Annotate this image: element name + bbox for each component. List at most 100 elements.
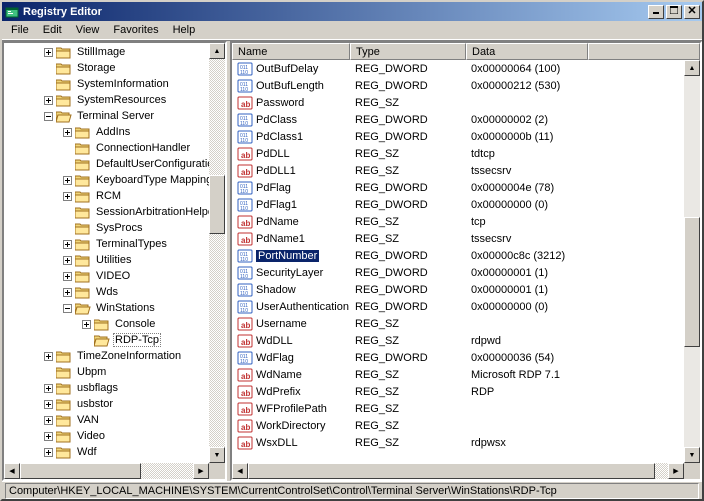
value-row[interactable]: 011110SecurityLayerREG_DWORD0x00000001 (… [232,264,684,281]
tree-hscrollbar[interactable]: ◀ ▶ [4,463,209,479]
value-row[interactable]: abPdDLL1REG_SZtssecsrv [232,162,684,179]
expand-icon[interactable] [63,272,72,281]
tree-item[interactable]: Terminal Server [6,108,209,124]
value-row[interactable]: 011110PortNumberREG_DWORD0x00000c8c (321… [232,247,684,264]
value-row[interactable]: abWorkDirectoryREG_SZ [232,417,684,434]
tree-vscrollbar[interactable]: ▲ ▼ [209,43,225,463]
menu-favorites[interactable]: Favorites [106,22,165,38]
value-row[interactable]: abWdNameREG_SZMicrosoft RDP 7.1 [232,366,684,383]
expand-icon[interactable] [44,48,53,57]
tree-item[interactable]: AddIns [6,124,209,140]
value-row[interactable]: 011110OutBufDelayREG_DWORD0x00000064 (10… [232,60,684,77]
expand-icon[interactable] [44,400,53,409]
expand-icon[interactable] [63,176,72,185]
value-row[interactable]: abPdName1REG_SZtssecsrv [232,230,684,247]
scroll-right-button[interactable]: ▶ [193,463,209,479]
value-row[interactable]: abWFProfilePathREG_SZ [232,400,684,417]
tree-item[interactable]: usbflags [6,380,209,396]
scroll-thumb[interactable] [209,175,225,233]
value-row[interactable]: 011110PdFlagREG_DWORD0x0000004e (78) [232,179,684,196]
tree-item[interactable]: Video [6,428,209,444]
tree-item[interactable]: WinStations [6,300,209,316]
tree-item[interactable]: VAN [6,412,209,428]
tree-item[interactable]: SystemInformation [6,76,209,92]
value-row[interactable]: 011110OutBufLengthREG_DWORD0x00000212 (5… [232,77,684,94]
column-type[interactable]: Type [350,43,466,60]
minimize-button[interactable] [648,5,664,19]
tree-item[interactable]: SysProcs [6,220,209,236]
tree-item[interactable]: Wds [6,284,209,300]
value-type: REG_SZ [350,216,466,228]
value-data: Microsoft RDP 7.1 [466,369,684,381]
value-row[interactable]: 011110PdClassREG_DWORD0x00000002 (2) [232,111,684,128]
tree-item[interactable]: Storage [6,60,209,76]
tree-item[interactable]: Console [6,316,209,332]
value-list[interactable]: 011110OutBufDelayREG_DWORD0x00000064 (10… [232,60,684,463]
menu-file[interactable]: File [4,22,36,38]
expand-icon[interactable] [44,96,53,105]
key-tree[interactable]: StillImageStorageSystemInformationSystem… [4,43,209,461]
value-row[interactable]: abWdPrefixREG_SZRDP [232,383,684,400]
tree-item[interactable]: Utilities [6,252,209,268]
value-row[interactable]: 011110PdClass1REG_DWORD0x0000000b (11) [232,128,684,145]
value-row[interactable]: abUsernameREG_SZ [232,315,684,332]
scroll-down-button[interactable]: ▼ [684,447,700,463]
tree-item[interactable]: StillImage [6,44,209,60]
value-row[interactable]: abPasswordREG_SZ [232,94,684,111]
tree-item[interactable]: Wdf [6,444,209,460]
menu-edit[interactable]: Edit [36,22,69,38]
expand-icon[interactable] [63,192,72,201]
expand-icon[interactable] [44,448,53,457]
expand-icon[interactable] [63,128,72,137]
tree-item[interactable]: RDP-Tcp [6,332,209,348]
tree-item[interactable]: TerminalTypes [6,236,209,252]
svg-text:ab: ab [241,151,250,160]
expand-icon[interactable] [82,320,91,329]
scroll-left-button[interactable]: ◀ [232,463,248,479]
scroll-left-button[interactable]: ◀ [4,463,20,479]
column-data[interactable]: Data [466,43,588,60]
menu-view[interactable]: View [69,22,107,38]
scroll-down-button[interactable]: ▼ [209,447,225,463]
expand-icon[interactable] [44,416,53,425]
tree-item[interactable]: SessionArbitrationHelper [6,204,209,220]
value-row[interactable]: 011110WdFlagREG_DWORD0x00000036 (54) [232,349,684,366]
tree-item[interactable]: RCM [6,188,209,204]
value-row[interactable]: 011110PdFlag1REG_DWORD0x00000000 (0) [232,196,684,213]
collapse-icon[interactable] [63,304,72,313]
list-hscrollbar[interactable]: ◀ ▶ [232,463,684,479]
value-row[interactable]: abPdNameREG_SZtcp [232,213,684,230]
close-button[interactable] [684,5,700,19]
scroll-up-button[interactable]: ▲ [209,43,225,59]
expand-icon[interactable] [44,352,53,361]
tree-item[interactable]: usbstor [6,396,209,412]
value-row[interactable]: abPdDLLREG_SZtdtcp [232,145,684,162]
expand-icon[interactable] [63,288,72,297]
scroll-thumb[interactable] [684,217,700,347]
scroll-thumb[interactable] [20,463,141,479]
scroll-thumb[interactable] [248,463,655,479]
scroll-right-button[interactable]: ▶ [668,463,684,479]
value-row[interactable]: 011110UserAuthenticationREG_DWORD0x00000… [232,298,684,315]
tree-item[interactable]: TimeZoneInformation [6,348,209,364]
menu-help[interactable]: Help [166,22,203,38]
value-row[interactable]: 011110ShadowREG_DWORD0x00000001 (1) [232,281,684,298]
expand-icon[interactable] [63,256,72,265]
maximize-button[interactable] [666,5,682,19]
scroll-up-button[interactable]: ▲ [684,60,700,76]
value-row[interactable]: abWdDLLREG_SZrdpwd [232,332,684,349]
expand-icon[interactable] [44,384,53,393]
expand-icon[interactable] [63,240,72,249]
tree-item[interactable]: SystemResources [6,92,209,108]
tree-item[interactable]: VIDEO [6,268,209,284]
expand-icon[interactable] [44,432,53,441]
tree-item[interactable]: KeyboardType Mapping [6,172,209,188]
column-name[interactable]: Name [232,43,350,60]
value-row[interactable]: abWsxDLLREG_SZrdpwsx [232,434,684,451]
tree-item[interactable]: ConnectionHandler [6,140,209,156]
tree-item[interactable]: DefaultUserConfiguration [6,156,209,172]
titlebar[interactable]: Registry Editor [2,2,702,21]
list-vscrollbar[interactable]: ▲ ▼ [684,60,700,463]
tree-item[interactable]: Ubpm [6,364,209,380]
collapse-icon[interactable] [44,112,53,121]
